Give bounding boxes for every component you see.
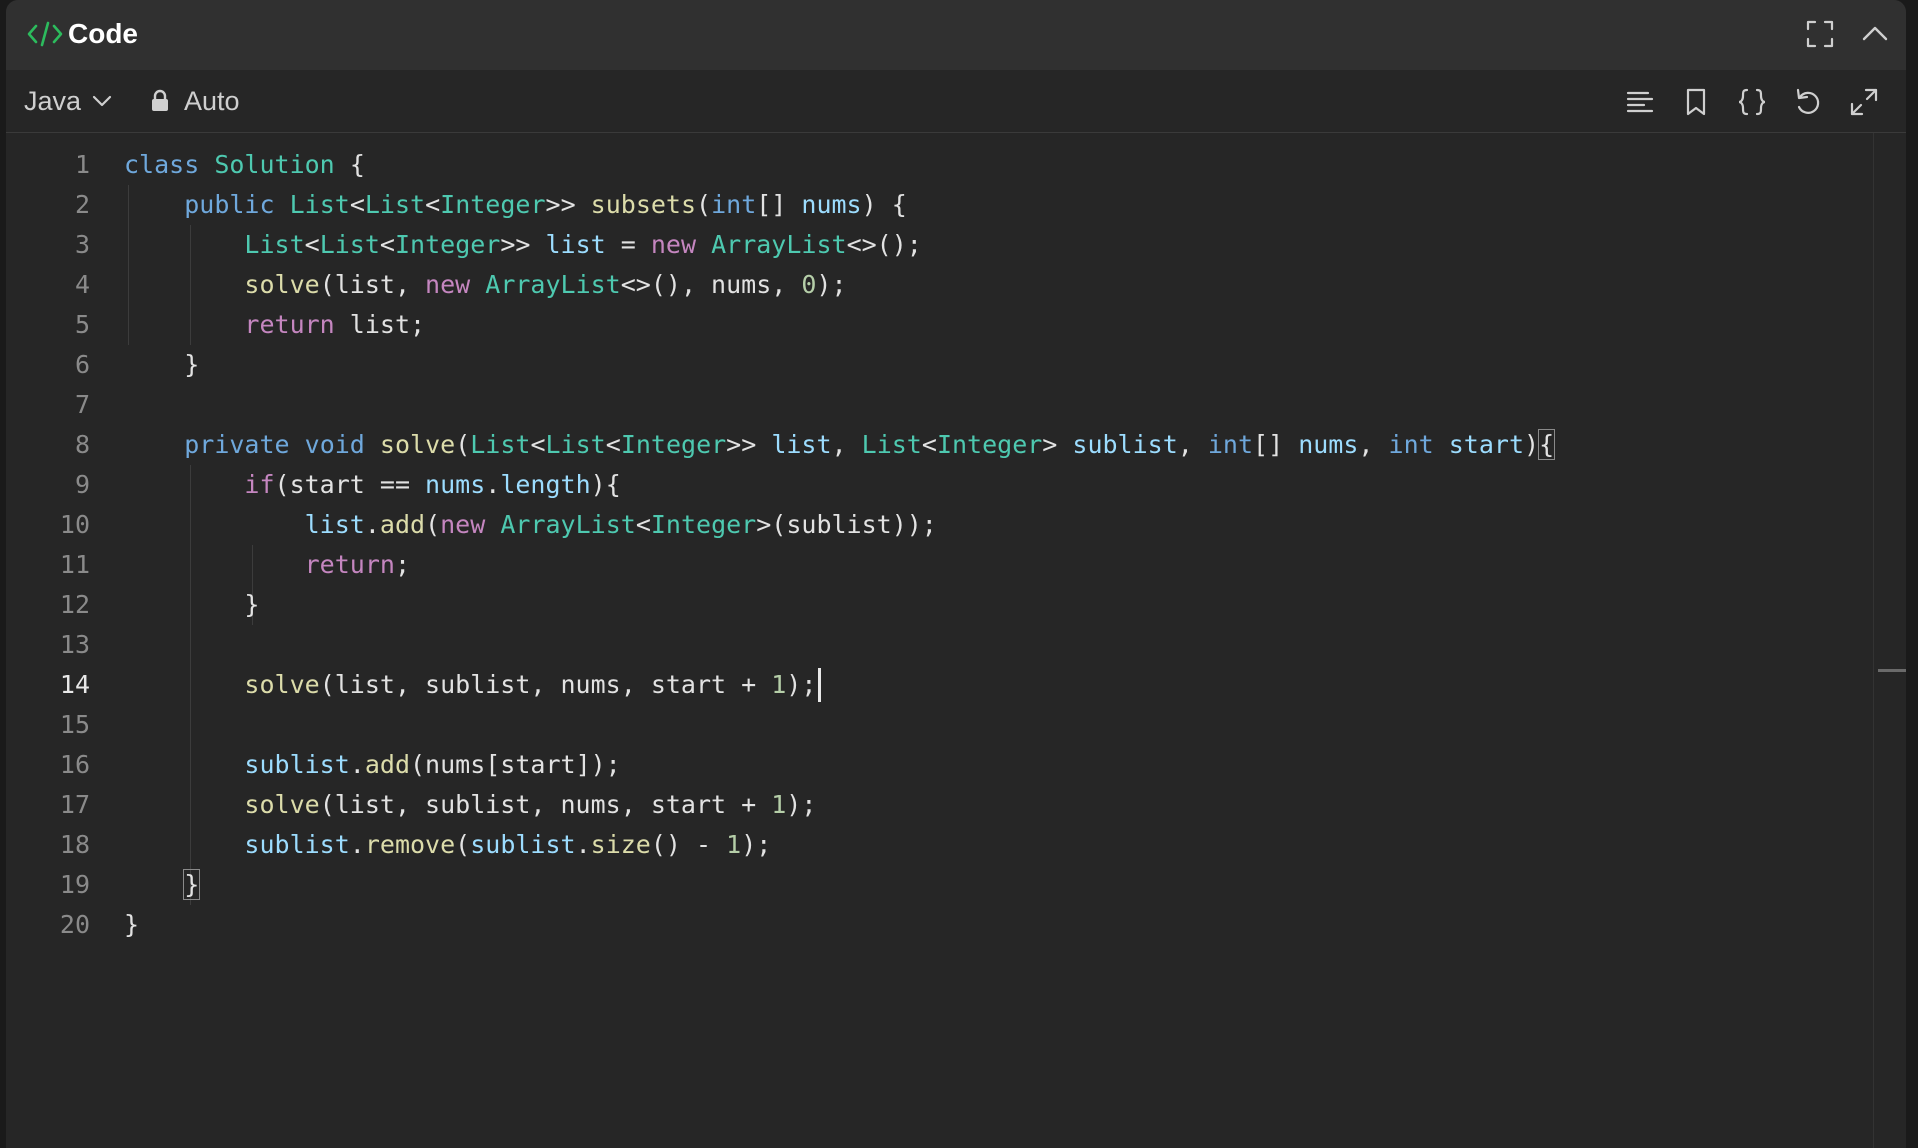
line-number: 17 (59, 790, 90, 819)
line-number-active: 14 (59, 670, 90, 699)
code-line-active: solve(list, sublist, nums, start + 1); (124, 665, 1866, 705)
code-line: public List<List<Integer>> subsets(int[]… (184, 190, 907, 219)
code-line: solve(list, new ArrayList<>(), nums, 0); (244, 270, 847, 299)
lock-icon (152, 89, 168, 111)
line-number: 9 (74, 470, 90, 499)
code-line: return; (304, 550, 410, 579)
code-lines[interactable]: class Solution { public List<List<Intege… (124, 145, 1866, 945)
braces-icon[interactable] (1735, 85, 1769, 119)
line-number: 19 (59, 870, 90, 899)
expand-icon[interactable] (1847, 85, 1881, 119)
code-line: } (124, 590, 260, 619)
code-line: sublist.remove(sublist.size() - 1); (244, 830, 772, 859)
line-number: 18 (59, 830, 90, 859)
code-line: } (124, 350, 200, 379)
line-number: 3 (74, 230, 90, 259)
line-number: 15 (59, 710, 90, 739)
code-icon (27, 21, 63, 47)
fullscreen-icon[interactable] (1803, 17, 1837, 51)
text-cursor (818, 668, 822, 702)
panel-title: Code (68, 18, 138, 49)
code-line: list.add(new ArrayList<Integer>(sublist)… (304, 510, 937, 539)
code-line: List<List<Integer>> list = new ArrayList… (244, 230, 922, 259)
language-select[interactable]: Java (24, 84, 115, 118)
title-bar: Code (6, 0, 1906, 70)
code-editor[interactable]: 1 2 3 4 5 6 7 8 9 10 11 12 13 14 15 16 1… (6, 133, 1906, 1148)
format-icon[interactable] (1623, 85, 1657, 119)
vertical-scrollbar[interactable] (1873, 133, 1906, 1148)
language-label: Java (24, 85, 82, 116)
line-number: 7 (74, 390, 90, 419)
line-number: 2 (74, 190, 90, 219)
line-number: 16 (59, 750, 90, 779)
code-line: class Solution { (124, 150, 365, 179)
code-line: private void solve(List<List<Integer>> l… (184, 429, 1556, 460)
chevron-down-icon (92, 95, 112, 107)
line-number: 8 (74, 430, 90, 459)
code-panel: Code Java Auto 1 2 3 4 5 6 7 8 9 10 11 1… (6, 0, 1906, 1148)
line-number-gutter: 1 2 3 4 5 6 7 8 9 10 11 12 13 14 15 16 1… (6, 145, 90, 945)
auto-label: Auto (184, 85, 240, 116)
line-number: 20 (59, 910, 90, 939)
bookmark-icon[interactable] (1679, 85, 1713, 119)
code-line: if(start == nums.length){ (244, 470, 621, 499)
line-number: 1 (74, 150, 90, 179)
line-number: 6 (74, 350, 90, 379)
scroll-cursor-marker (1878, 669, 1906, 672)
line-number: 10 (59, 510, 90, 539)
line-number: 5 (74, 310, 90, 339)
code-line: } (124, 910, 140, 939)
line-number: 11 (59, 550, 90, 579)
editor-toolbar: Java Auto (6, 70, 1906, 133)
line-number: 4 (74, 270, 90, 299)
line-number: 13 (59, 630, 90, 659)
code-line: sublist.add(nums[start]); (244, 750, 621, 779)
line-number: 12 (59, 590, 90, 619)
code-line: } (183, 869, 201, 900)
code-line: return list; (244, 310, 426, 339)
undo-icon[interactable] (1791, 85, 1825, 119)
code-line: solve(list, sublist, nums, start + 1); (244, 790, 817, 819)
chevron-up-icon[interactable] (1858, 17, 1892, 51)
auto-mode: Auto (150, 84, 240, 118)
